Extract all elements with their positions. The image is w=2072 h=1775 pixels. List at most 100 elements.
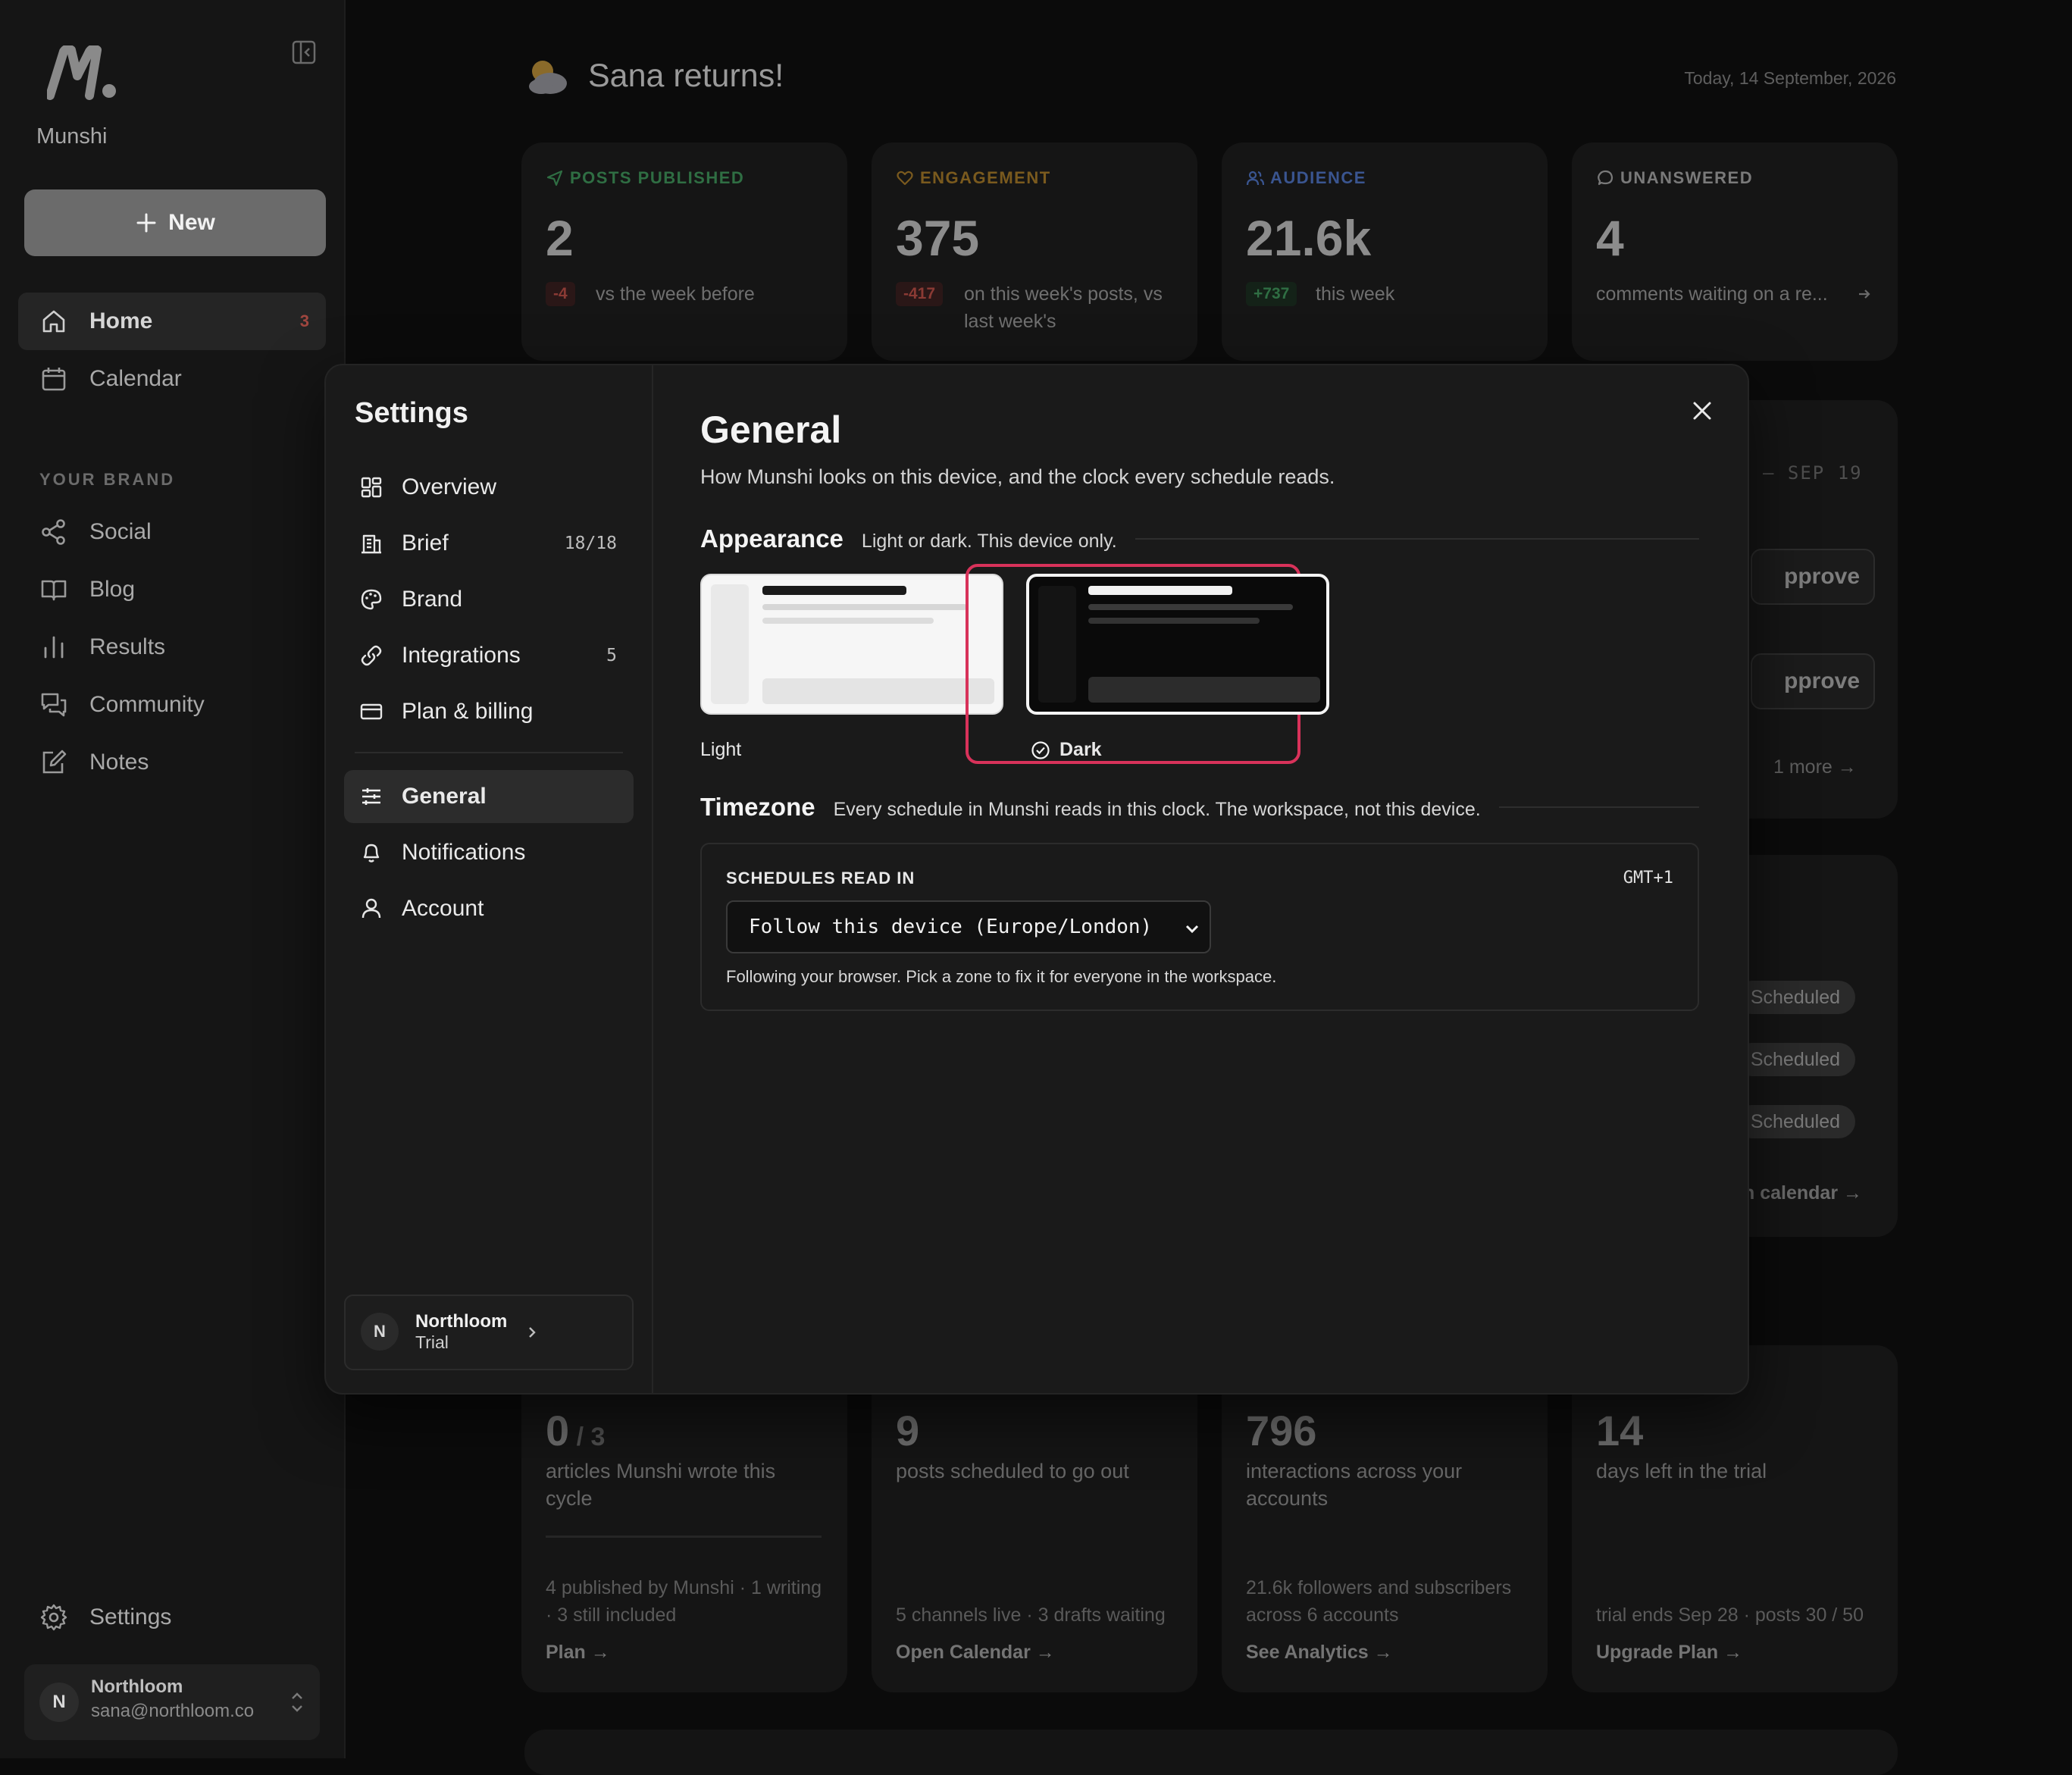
grid-icon (361, 477, 382, 498)
stat-label-text: UNANSWERED (1620, 168, 1754, 187)
approve-button[interactable]: pprove (1751, 653, 1875, 709)
stat-label-text: AUDIENCE (1270, 168, 1366, 187)
summary-value: 796 (1246, 1407, 1317, 1454)
settings-nav-label: Brand (402, 587, 463, 612)
appearance-subtext: Light or dark. This device only. (861, 531, 1117, 552)
stat-value: 2 (546, 210, 574, 266)
appearance-heading: Appearance (700, 524, 844, 553)
summary-number: 0 (546, 1407, 570, 1454)
week-range: – SEP 19 (1763, 462, 1863, 484)
summary-suffix: / 3 (569, 1423, 606, 1451)
preview-line (1088, 618, 1260, 624)
approve-label: pprove (1784, 668, 1861, 693)
settings-nav-general[interactable]: General (344, 770, 634, 823)
timezone-select[interactable]: Follow this device (Europe/London) (726, 900, 1211, 953)
settings-nav-brand[interactable]: Brand (344, 573, 634, 626)
brief-count: 18/18 (564, 534, 617, 553)
summary-desc: posts scheduled to go out (896, 1460, 1129, 1482)
summary-value: 0 / 3 (546, 1406, 605, 1455)
new-button[interactable]: New (24, 189, 326, 256)
book-icon (41, 580, 67, 601)
settings-title: Settings (355, 397, 468, 429)
nav-item-community[interactable]: Community (18, 676, 326, 734)
settings-nav-plan-billing[interactable]: Plan & billing (344, 685, 634, 738)
nav-item-social[interactable]: Social (18, 503, 326, 561)
summary-card-articles[interactable]: 0 / 3 articles Munshi wrote this cycle 4… (521, 1345, 847, 1692)
plan-link[interactable]: Plan → (546, 1642, 610, 1664)
gmt-offset: GMT+1 (1623, 869, 1673, 888)
stat-card-audience[interactable]: AUDIENCE 21.6k +737 this week (1222, 142, 1548, 361)
summary-card-posts[interactable]: 9 posts scheduled to go out 5 channels l… (872, 1345, 1197, 1692)
app-name: Munshi (36, 124, 108, 149)
nav-item-settings[interactable]: Settings (18, 1589, 326, 1646)
building-icon (362, 534, 381, 554)
approve-label: pprove (1784, 564, 1861, 589)
stat-card-unanswered[interactable]: UNANSWERED 4 comments waiting on a re... (1572, 142, 1898, 361)
users-icon (1246, 171, 1264, 186)
avatar: N (39, 1683, 79, 1722)
chevron-right-icon (529, 1327, 536, 1338)
bar-chart-icon (44, 636, 64, 659)
bell-icon (363, 844, 380, 862)
stat-card-engagement[interactable]: ENGAGEMENT 375 -417 on this week's posts… (872, 142, 1197, 361)
theme-option-label: Dark (1031, 739, 1102, 761)
dark-theme-preview[interactable] (1026, 574, 1329, 715)
more-link[interactable]: 1 more → (1773, 756, 1857, 778)
workspace-avatar: N (361, 1313, 399, 1351)
sliders-icon (362, 788, 380, 805)
sun-cloud-icon (529, 61, 567, 94)
open-calendar-link[interactable]: Open Calendar → (896, 1642, 1055, 1664)
arrow-right-icon[interactable] (1855, 285, 1873, 303)
see-analytics-link[interactable]: See Analytics → (1246, 1642, 1393, 1664)
timezone-help-text: Following your browser. Pick a zone to f… (726, 967, 1277, 986)
home-icon (42, 310, 65, 333)
preview-line (762, 618, 934, 624)
stat-label: POSTS PUBLISHED (546, 168, 744, 188)
divider (1135, 538, 1699, 540)
general-settings-panel: General How Munshi looks on this device,… (653, 365, 1748, 1393)
status-badge: Scheduled (1735, 981, 1855, 1014)
approve-button[interactable]: pprove (1751, 549, 1875, 605)
user-account-switcher[interactable]: N Northloom sana@northloom.co (24, 1664, 320, 1740)
stat-delta: -4 (546, 282, 575, 306)
timezone-selected-value: Follow this device (Europe/London) (749, 916, 1153, 938)
summary-foot: 4 published by Munshi · 1 writing · 3 st… (546, 1577, 822, 1626)
sidebar-collapse-icon[interactable] (291, 39, 317, 65)
settings-nav-integrations[interactable]: Integrations 5 (344, 629, 634, 682)
page-title: General (700, 409, 842, 451)
summary-card-trial[interactable]: 14 days left in the trial trial ends Sep… (1572, 1345, 1898, 1692)
settings-nav-overview[interactable]: Overview (344, 461, 634, 514)
nav-item-results[interactable]: Results (18, 618, 326, 676)
stat-note: comments waiting on a re... (1596, 283, 1828, 305)
nav-item-label: Settings (89, 1604, 172, 1629)
close-icon[interactable] (1689, 397, 1716, 424)
settings-modal: Settings Overview Brief 18/18 Brand Inte… (324, 364, 1749, 1395)
user-icon (362, 898, 381, 919)
nav-item-blog[interactable]: Blog (18, 561, 326, 618)
upgrade-plan-link[interactable]: Upgrade Plan → (1596, 1642, 1742, 1664)
workspace-switcher[interactable]: N Northloom Trial (344, 1294, 634, 1370)
summary-desc: articles Munshi wrote this cycle (546, 1460, 776, 1510)
nav-item-notes[interactable]: Notes (18, 734, 326, 791)
settings-nav-notifications[interactable]: Notifications (344, 826, 634, 879)
plus-icon (136, 213, 156, 233)
light-theme-preview[interactable] (700, 574, 1003, 715)
settings-nav-brief[interactable]: Brief 18/18 (344, 517, 634, 570)
munshi-logo[interactable] (47, 45, 117, 100)
schedules-read-in-label: SCHEDULES READ IN (726, 869, 915, 888)
settings-nav-account[interactable]: Account (344, 882, 634, 935)
settings-nav-label: Integrations (402, 643, 521, 668)
stat-card-posts[interactable]: POSTS PUBLISHED 2 -4 vs the week before (521, 142, 847, 361)
chevron-up-down-icon (292, 1692, 302, 1712)
summary-foot: trial ends Sep 28 · posts 30 / 50 (1596, 1604, 1864, 1626)
summary-card-interactions[interactable]: 796 interactions across your accounts 21… (1222, 1345, 1548, 1692)
check-circle-icon (1031, 740, 1050, 759)
user-email: sana@northloom.co (91, 1701, 255, 1721)
nav-item-home[interactable]: Home 3 (18, 293, 326, 350)
credit-card-icon (360, 703, 383, 720)
nav-item-calendar[interactable]: Calendar (18, 350, 326, 408)
summary-value: 14 (1596, 1407, 1644, 1454)
settings-nav-label: Plan & billing (402, 699, 534, 724)
open-calendar-link[interactable]: n calendar → (1743, 1182, 1862, 1204)
gear-icon (40, 1604, 67, 1631)
